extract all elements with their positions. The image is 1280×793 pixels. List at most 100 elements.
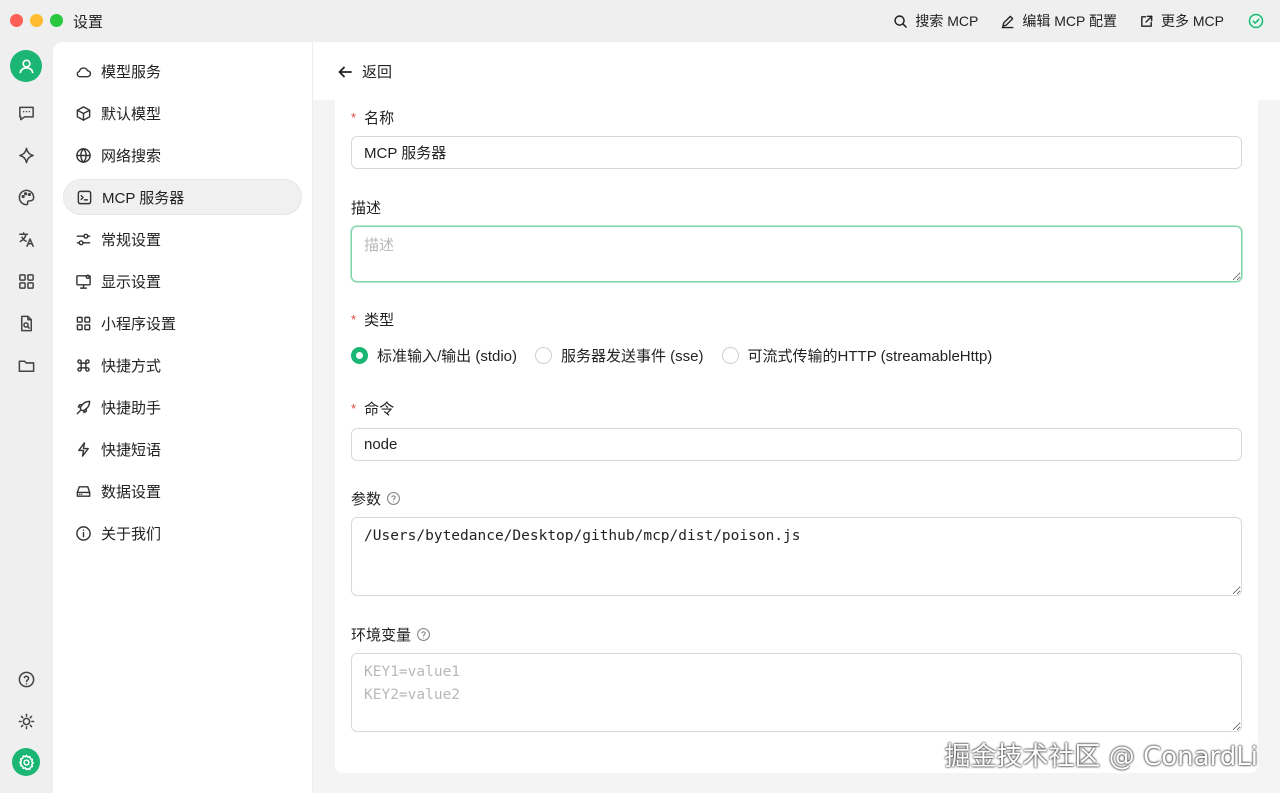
menu-item-shortcuts[interactable]: 快捷方式 bbox=[63, 347, 302, 383]
args-textarea[interactable]: /Users/bytedance/Desktop/github/mcp/dist… bbox=[351, 517, 1242, 596]
bolt-icon bbox=[78, 441, 89, 457]
type-option-label: 服务器发送事件 (sse) bbox=[561, 348, 704, 365]
palette-icon bbox=[18, 189, 34, 205]
file-search-icon bbox=[20, 315, 32, 331]
rail-files-button[interactable] bbox=[10, 307, 42, 339]
menu-item-label: 快捷助手 bbox=[101, 399, 162, 417]
chat-icon bbox=[18, 106, 34, 120]
check-circle-icon[interactable] bbox=[1246, 11, 1266, 31]
menu-item-web-search[interactable]: 网络搜索 bbox=[63, 137, 302, 173]
toolbar-actions: 搜索 MCP 编辑 MCP 配置 更多 MCP bbox=[893, 0, 1266, 42]
grid-icon bbox=[76, 316, 91, 330]
type-label-text: 类型 bbox=[364, 312, 395, 329]
args-label-text: 参数 bbox=[351, 491, 382, 508]
type-option-sse[interactable]: 服务器发送事件 (sse) bbox=[535, 345, 704, 366]
back-button[interactable]: 返回 bbox=[337, 61, 392, 82]
cloud-icon bbox=[76, 66, 92, 77]
main-panel: 返回 * 名称 描述 * 类型 标准输入/输出 (stdio) 服务器发送事件 … bbox=[313, 42, 1280, 793]
terminal-icon bbox=[77, 190, 92, 204]
back-bar: 返回 bbox=[313, 42, 1280, 100]
rail-agents-button[interactable] bbox=[10, 139, 42, 171]
mcp-server-form: * 名称 描述 * 类型 标准输入/输出 (stdio) 服务器发送事件 (ss… bbox=[335, 100, 1258, 773]
rail-help-button[interactable] bbox=[10, 663, 42, 695]
args-label: 参数 bbox=[351, 488, 401, 509]
menu-item-mcp-server[interactable]: MCP 服务器 bbox=[63, 179, 302, 215]
menu-item-model-service[interactable]: 模型服务 bbox=[63, 53, 302, 89]
type-radio-group: 标准输入/输出 (stdio) 服务器发送事件 (sse) 可流式传输的HTTP… bbox=[351, 345, 992, 366]
zoom-window-button[interactable] bbox=[50, 14, 63, 27]
name-label: * 名称 bbox=[351, 107, 394, 128]
menu-item-quick-phrases[interactable]: 快捷短语 bbox=[63, 431, 302, 467]
menu-item-label: 常规设置 bbox=[101, 231, 162, 249]
name-label-text: 名称 bbox=[364, 110, 395, 127]
help-icon bbox=[18, 671, 34, 687]
watermark: 掘金技术社区 @ ConardLi bbox=[944, 742, 1258, 772]
sliders-icon bbox=[76, 233, 91, 245]
rail-folder-button[interactable] bbox=[10, 349, 42, 381]
edit-icon bbox=[1002, 15, 1014, 28]
type-option-label: 可流式传输的HTTP (streamableHttp) bbox=[747, 348, 993, 365]
translate-icon bbox=[18, 231, 34, 247]
radio-unchecked[interactable] bbox=[721, 347, 739, 364]
description-label-text: 描述 bbox=[351, 200, 382, 217]
radio-checked[interactable] bbox=[351, 347, 368, 364]
monitor-icon bbox=[76, 274, 91, 289]
cube-icon bbox=[76, 105, 91, 121]
menu-item-miniapp-settings[interactable]: 小程序设置 bbox=[63, 305, 302, 341]
help-circle-icon[interactable] bbox=[386, 491, 401, 506]
edit-mcp-config-label: 编辑 MCP 配置 bbox=[1022, 13, 1117, 29]
menu-item-quick-assistant[interactable]: 快捷助手 bbox=[63, 389, 302, 425]
type-option-stdio[interactable]: 标准输入/输出 (stdio) bbox=[351, 345, 517, 366]
settings-icon bbox=[18, 754, 34, 770]
minimize-window-button[interactable] bbox=[30, 14, 43, 27]
sparkle-icon bbox=[18, 147, 34, 163]
description-label: 描述 bbox=[351, 197, 381, 218]
menu-item-data-settings[interactable]: 数据设置 bbox=[63, 473, 302, 509]
menu-item-label: 显示设置 bbox=[101, 273, 162, 291]
rail-settings-button[interactable] bbox=[12, 748, 40, 776]
search-mcp-label: 搜索 MCP bbox=[915, 13, 979, 29]
menu-item-label: MCP 服务器 bbox=[102, 189, 185, 207]
env-textarea[interactable] bbox=[351, 653, 1242, 732]
rail-chat-button[interactable] bbox=[10, 97, 42, 129]
help-circle-icon[interactable] bbox=[416, 627, 431, 642]
menu-item-default-model[interactable]: 默认模型 bbox=[63, 95, 302, 131]
drive-icon bbox=[76, 485, 91, 497]
settings-menu: 模型服务 默认模型 网络搜索 MCP 服务器 常规设置 显示设置 小程序设置 快… bbox=[53, 42, 313, 793]
rail-apps-button[interactable] bbox=[10, 265, 42, 297]
rail-theme-button[interactable] bbox=[10, 705, 42, 737]
env-label: 环境变量 bbox=[351, 624, 431, 645]
folder-icon bbox=[18, 359, 34, 372]
menu-item-about-us[interactable]: 关于我们 bbox=[63, 515, 302, 551]
radio-unchecked[interactable] bbox=[535, 347, 553, 364]
window-title: 设置 bbox=[73, 14, 104, 31]
info-icon bbox=[76, 525, 91, 541]
menu-item-general-settings[interactable]: 常规设置 bbox=[63, 221, 302, 257]
menu-item-display-settings[interactable]: 显示设置 bbox=[63, 263, 302, 299]
menu-item-label: 数据设置 bbox=[101, 483, 162, 501]
edit-mcp-config-button[interactable]: 编辑 MCP 配置 bbox=[1000, 11, 1117, 31]
search-mcp-button[interactable]: 搜索 MCP bbox=[893, 11, 978, 31]
arrow-left-icon bbox=[338, 66, 352, 77]
command-label-text: 命令 bbox=[364, 401, 395, 418]
globe-icon bbox=[76, 147, 91, 163]
menu-item-label: 快捷短语 bbox=[101, 441, 162, 459]
external-link-icon bbox=[1141, 15, 1153, 27]
apps-icon bbox=[18, 273, 34, 289]
type-option-streamable-http[interactable]: 可流式传输的HTTP (streamableHttp) bbox=[721, 345, 993, 366]
close-window-button[interactable] bbox=[10, 14, 23, 27]
menu-item-label: 小程序设置 bbox=[101, 315, 177, 333]
description-textarea[interactable] bbox=[351, 226, 1242, 282]
more-mcp-button[interactable]: 更多 MCP bbox=[1139, 11, 1224, 31]
required-marker: * bbox=[351, 110, 357, 125]
user-avatar[interactable] bbox=[10, 50, 42, 82]
required-marker: * bbox=[351, 401, 357, 416]
env-label-text: 环境变量 bbox=[351, 627, 412, 644]
rocket-icon bbox=[76, 400, 91, 414]
command-input[interactable] bbox=[351, 428, 1242, 461]
name-input[interactable] bbox=[351, 136, 1242, 169]
rail-paint-button[interactable] bbox=[10, 181, 42, 213]
rail-translate-button[interactable] bbox=[10, 223, 42, 255]
command-icon bbox=[77, 358, 90, 372]
search-icon bbox=[894, 14, 908, 28]
